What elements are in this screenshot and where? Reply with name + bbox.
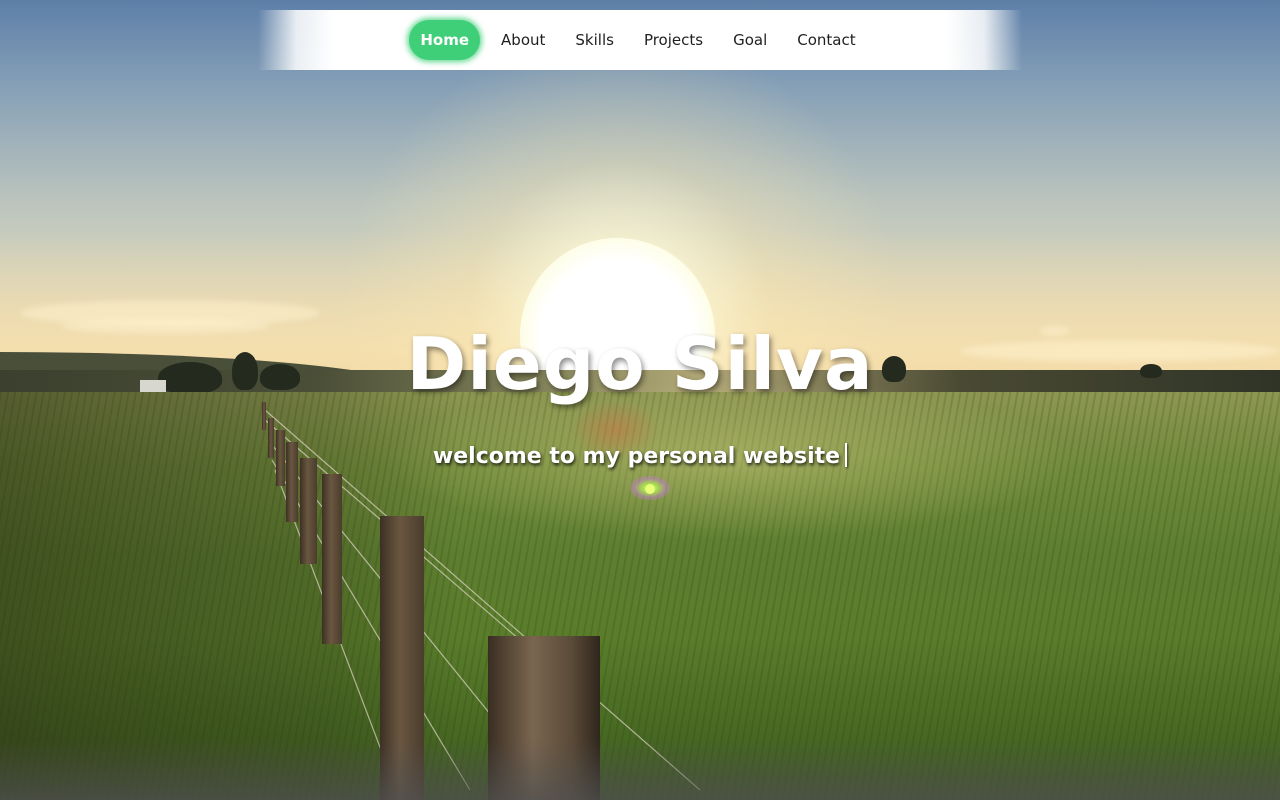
nav-link-goal[interactable]: Goal xyxy=(718,21,782,59)
hero-title: Diego Silva xyxy=(406,322,874,406)
nav-list: Home About Skills Projects Goal Contact xyxy=(258,10,1022,70)
nav-link-skills[interactable]: Skills xyxy=(560,21,629,59)
hero-subtitle-wrap: welcome to my personal website xyxy=(0,443,1280,469)
fence-post xyxy=(262,402,266,430)
nav-link-contact[interactable]: Contact xyxy=(782,21,870,59)
nav-link-home[interactable]: Home xyxy=(409,20,481,60)
fence-post xyxy=(300,458,317,564)
hero-subtitle: welcome to my personal website xyxy=(432,444,841,469)
fence-post xyxy=(322,474,342,644)
nav-link-about[interactable]: About xyxy=(486,21,560,59)
typing-cursor xyxy=(845,443,848,467)
hero-section: Diego Silva welcome to my personal websi… xyxy=(0,0,1280,800)
nav-link-projects[interactable]: Projects xyxy=(629,21,718,59)
bottom-fade xyxy=(0,740,1280,800)
navbar: Home About Skills Projects Goal Contact xyxy=(258,10,1022,70)
